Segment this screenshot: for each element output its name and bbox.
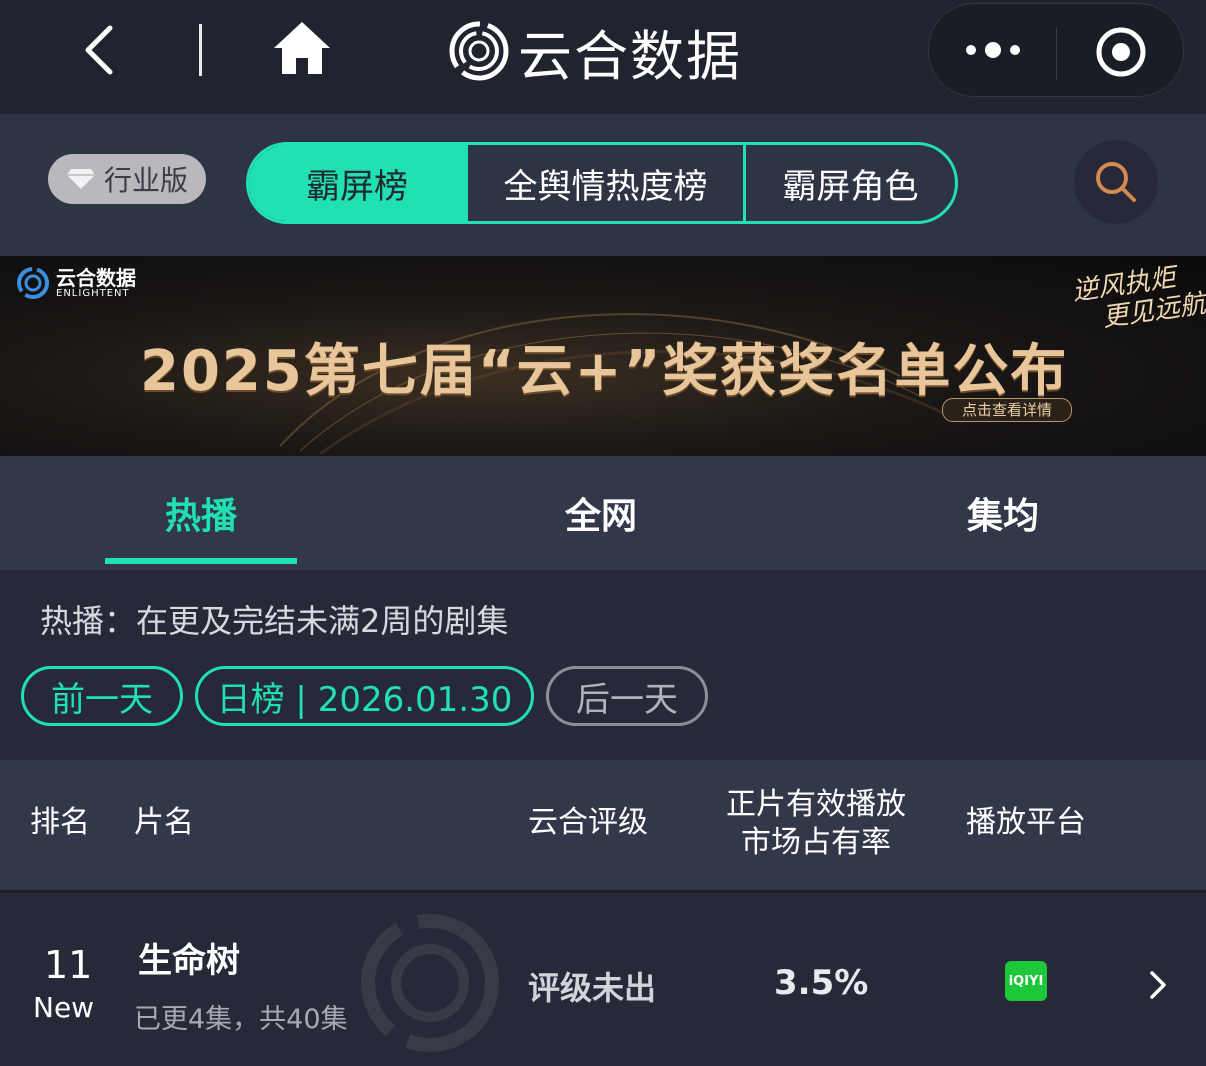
promo-banner[interactable]: 云合数据 ENLIGHTENT 2025第七届“云+”奖获奖名单公布 逆风执炬 … xyxy=(0,256,1206,456)
more-icon[interactable] xyxy=(961,34,1025,66)
tab-active-indicator xyxy=(105,558,297,564)
banner-logo: 云合数据 ENLIGHTENT xyxy=(16,266,136,300)
search-icon xyxy=(1096,162,1136,202)
iqiyi-platform-icon: iQIYI xyxy=(1005,961,1047,1001)
header-share-line1: 正片有效播放 xyxy=(726,787,906,822)
header-rank: 排名 xyxy=(30,805,90,840)
nav-row: 行业版 霸屏榜 全舆情热度榜 霸屏角色 xyxy=(0,114,1206,256)
mini-program-capsule xyxy=(928,3,1184,97)
edition-button[interactable]: 行业版 xyxy=(48,154,206,204)
metric-tabs: 热播 全网 集均 xyxy=(0,456,1206,570)
segment-bapingjuese[interactable]: 霸屏角色 xyxy=(743,145,955,221)
header-share: 正片有效播放 市场占有率 xyxy=(716,786,916,862)
header-title: 片名 xyxy=(134,805,194,840)
tab-rebo[interactable]: 热播 xyxy=(105,456,297,570)
row-title: 生命树 xyxy=(138,941,240,981)
brand-logo-icon xyxy=(449,21,509,81)
row-share: 3.5% xyxy=(774,963,869,1003)
banner-logo-cn: 云合数据 xyxy=(56,265,136,290)
next-day-button[interactable]: 后一天 xyxy=(546,666,708,726)
header-share-line2: 市场占有率 xyxy=(741,825,891,860)
date-selector[interactable]: 日榜 | 2026.01.30 xyxy=(195,666,534,726)
back-icon[interactable] xyxy=(78,22,122,78)
banner-logo-en: ENLIGHTENT xyxy=(56,287,130,299)
ranking-segments: 霸屏榜 全舆情热度榜 霸屏角色 xyxy=(246,142,958,224)
search-button[interactable] xyxy=(1074,140,1158,224)
prev-day-button[interactable]: 前一天 xyxy=(21,666,183,726)
target-icon[interactable] xyxy=(1093,24,1149,80)
tab-quanwang[interactable]: 全网 xyxy=(505,456,697,570)
home-icon[interactable] xyxy=(272,20,332,76)
row-new-badge: New xyxy=(33,991,95,1024)
row-episodes: 已更4集，共40集 xyxy=(134,1004,348,1035)
table-header: 排名 片名 云合评级 正片有效播放 市场占有率 播放平台 xyxy=(0,760,1206,890)
chevron-right-icon[interactable] xyxy=(1146,969,1170,1001)
row-rating: 评级未出 xyxy=(528,969,657,1007)
brand: 云合数据 xyxy=(448,16,742,88)
header-rating: 云合评级 xyxy=(528,805,648,840)
capsule-divider xyxy=(1056,28,1057,80)
banner-detail-button[interactable]: 点击查看详情 xyxy=(942,398,1072,422)
banner-logo-icon xyxy=(17,267,49,299)
banner-title: 2025第七届“云+”奖获奖名单公布 xyxy=(140,339,1069,404)
toolbar-divider xyxy=(199,24,202,76)
row-rank: 11 xyxy=(44,943,93,987)
top-bar: 云合数据 xyxy=(0,0,1206,114)
list-description: 热播：在更及完结未满2周的剧集 xyxy=(40,602,509,640)
header-platform: 播放平台 xyxy=(966,805,1086,840)
edition-label: 行业版 xyxy=(103,164,188,197)
table-row[interactable]: 11 New 生命树 已更4集，共40集 评级未出 3.5% iQIYI xyxy=(0,893,1206,1066)
diamond-icon xyxy=(66,169,95,189)
segment-quanyuqing[interactable]: 全舆情热度榜 xyxy=(465,145,743,221)
app-title: 云合数据 xyxy=(518,24,742,88)
segment-bapingbang[interactable]: 霸屏榜 xyxy=(249,145,465,221)
tab-jijun[interactable]: 集均 xyxy=(907,456,1099,570)
